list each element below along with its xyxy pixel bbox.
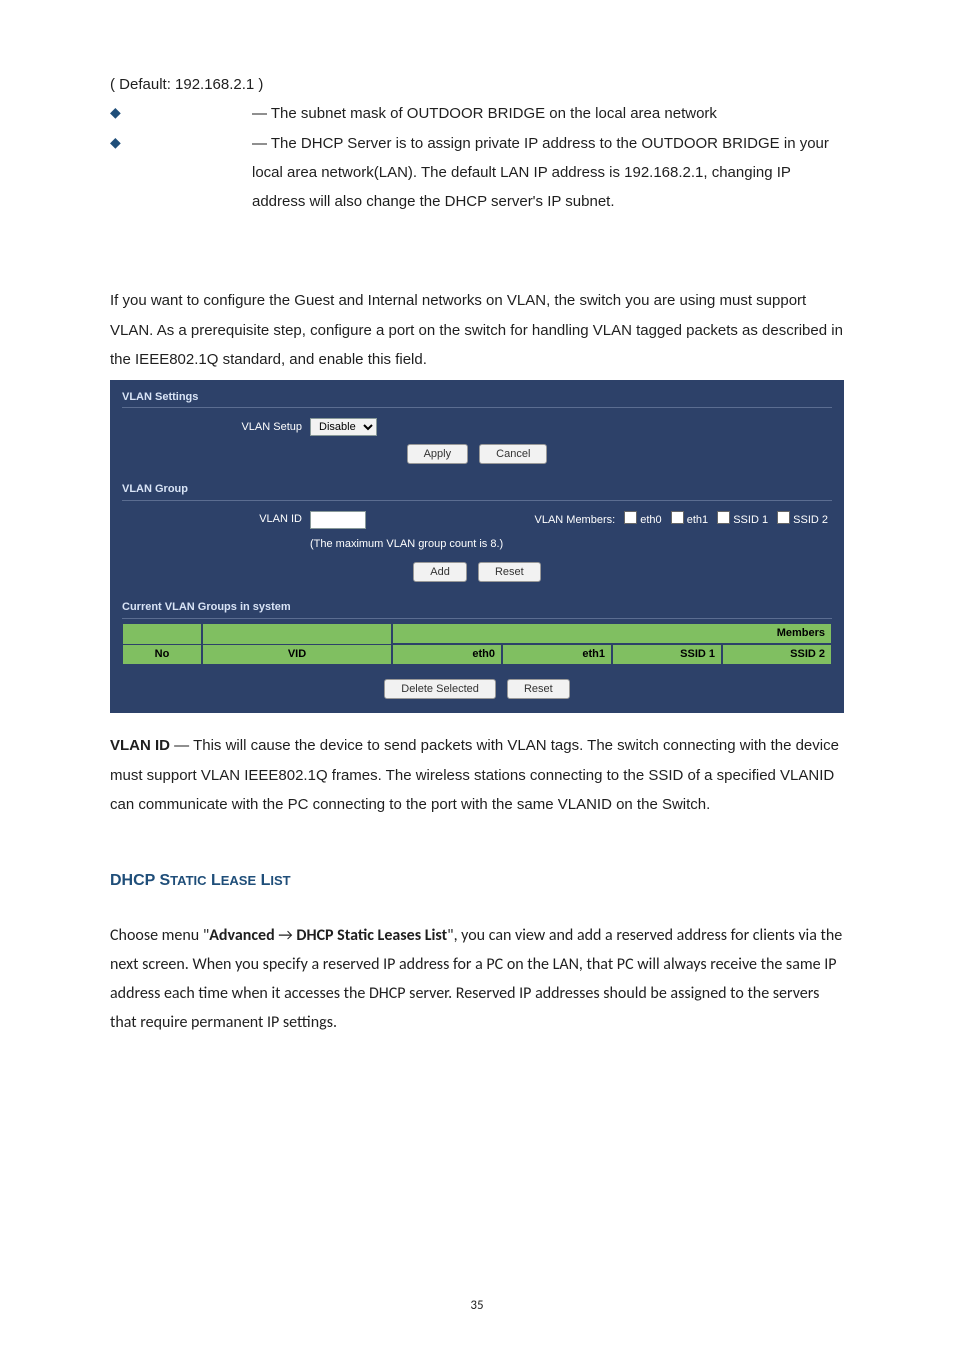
vlan-id-label: VLAN ID <box>122 512 310 527</box>
delete-reset-row: Delete Selected Reset <box>122 679 832 699</box>
apply-cancel-row: Apply Cancel <box>122 444 832 464</box>
dhcp-bullet-row: ◆ — The DHCP Server is to assign private… <box>110 129 844 217</box>
vlan-members-label: VLAN Members: <box>534 514 615 526</box>
page-number: 35 <box>0 1293 954 1318</box>
dhcp-static-lease-heading: DHCP STATIC LEASE LIST <box>110 865 844 896</box>
col-no-blank <box>122 623 202 644</box>
vlan-table: Members No VID eth0 eth1 SSID 1 SSID 2 <box>122 623 832 666</box>
current-vlan-header: Current VLAN Groups in system <box>122 596 832 618</box>
col-vid: VID <box>202 644 392 665</box>
checkbox-eth1[interactable] <box>671 511 684 524</box>
col-eth0: eth0 <box>392 644 502 665</box>
apply-button[interactable]: Apply <box>407 444 469 464</box>
add-reset-row: Add Reset <box>122 562 832 582</box>
checkbox-ssid2[interactable] <box>777 511 790 524</box>
col-ssid1: SSID 1 <box>612 644 722 665</box>
vlan-group-header: VLAN Group <box>122 478 832 500</box>
vlan-settings-header: VLAN Settings <box>122 386 832 408</box>
vlan-setup-row: VLAN Setup Disable <box>122 418 832 436</box>
col-members: Members <box>392 623 832 644</box>
chk-label-eth1: eth1 <box>687 514 708 526</box>
table-header-row-1: Members <box>122 623 832 644</box>
vlan-setup-select[interactable]: Disable <box>310 418 377 436</box>
dhcp-lease-paragraph: Choose menu "Advanced → DHCP Static Leas… <box>110 922 844 1037</box>
col-no: No <box>122 644 202 665</box>
chk-label-ssid2: SSID 2 <box>793 514 828 526</box>
col-ssid2: SSID 2 <box>722 644 832 665</box>
col-vid-blank <box>202 623 392 644</box>
vlan-id-body: — This will cause the device to send pac… <box>110 737 839 813</box>
diamond-icon: ◆ <box>110 129 134 156</box>
intro-paragraph: If you want to configure the Guest and I… <box>110 286 844 374</box>
vlan-setup-label: VLAN Setup <box>122 420 310 435</box>
document-page: ( Default: 192.168.2.1 ) ◆ — The subnet … <box>0 0 954 1350</box>
vlan-settings-panel: VLAN Settings VLAN Setup Disable Apply C… <box>110 380 844 713</box>
max-group-note: (The maximum VLAN group count is 8.) <box>310 537 832 552</box>
delete-selected-button[interactable]: Delete Selected <box>384 679 496 699</box>
cancel-button[interactable]: Cancel <box>479 444 547 464</box>
checkbox-eth0[interactable] <box>624 511 637 524</box>
vlan-id-paragraph: VLAN ID — This will cause the device to … <box>110 731 844 819</box>
dhcp-text: — The DHCP Server is to assign private I… <box>134 129 844 217</box>
vlan-id-row: VLAN ID VLAN Members: eth0 eth1 SSID 1 S… <box>122 511 832 529</box>
table-header-row-2: No VID eth0 eth1 SSID 1 SSID 2 <box>122 644 832 665</box>
col-eth1: eth1 <box>502 644 612 665</box>
vlan-members-group: VLAN Members: eth0 eth1 SSID 1 SSID 2 <box>366 511 832 528</box>
reset-button[interactable]: Reset <box>478 562 541 582</box>
chk-label-eth0: eth0 <box>640 514 661 526</box>
checkbox-ssid1[interactable] <box>717 511 730 524</box>
chk-label-ssid1: SSID 1 <box>733 514 768 526</box>
subnet-bullet: ◆ — The subnet mask of OUTDOOR BRIDGE on… <box>110 99 844 128</box>
add-button[interactable]: Add <box>413 562 467 582</box>
reset-button-2[interactable]: Reset <box>507 679 570 699</box>
subnet-text: — The subnet mask of OUTDOOR BRIDGE on t… <box>134 99 844 128</box>
default-ip-line: ( Default: 192.168.2.1 ) <box>110 70 844 99</box>
vlan-id-input[interactable] <box>310 511 366 529</box>
vlan-id-strong: VLAN ID <box>110 737 170 754</box>
diamond-icon: ◆ <box>110 99 134 126</box>
